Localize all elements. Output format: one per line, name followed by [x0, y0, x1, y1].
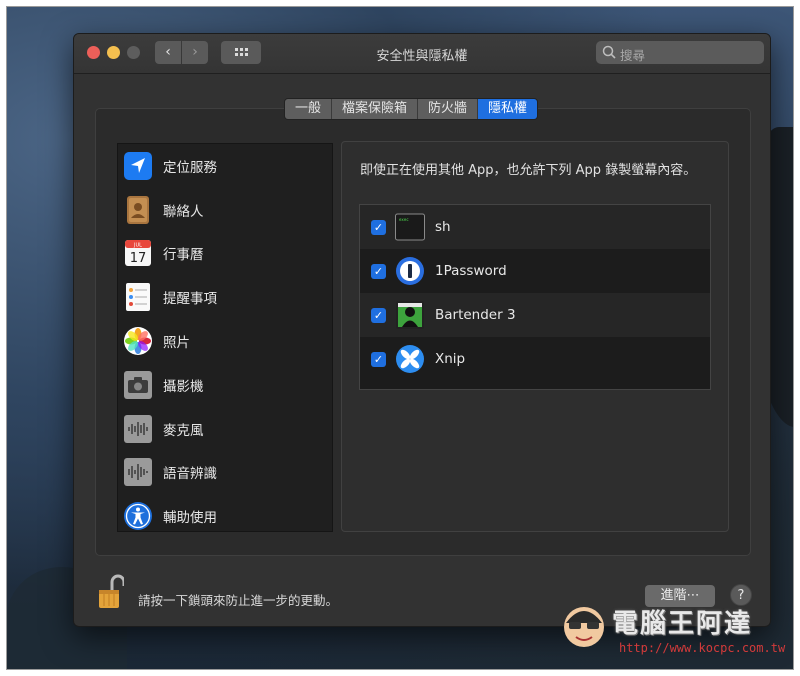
preferences-window: ‹ › 安全性與隱私權 搜尋 一般 檔案保險箱 防火牆 隱私權 定位服務 聯絡人…	[73, 33, 771, 627]
contacts-icon	[127, 195, 149, 224]
1password-icon	[396, 257, 424, 285]
app-row-bartender: ✓ Bartender 3	[360, 293, 710, 337]
watermark-url: http://www.kocpc.com.tw	[619, 641, 786, 655]
sidebar-item-speech-recognition[interactable]: 語音辨識	[118, 451, 332, 495]
sidebar-item-calendar[interactable]: JUL 17 行事曆	[118, 232, 332, 276]
sidebar-item-photos[interactable]: 照片	[118, 319, 332, 363]
privacy-detail-pane: 即使正在使用其他 App，也允許下列 App 錄製螢幕內容。 ✓ exec sh…	[341, 141, 729, 532]
titlebar: ‹ › 安全性與隱私權 搜尋	[74, 34, 770, 74]
watermark-mascot-icon	[564, 607, 604, 647]
sidebar-item-label: 行事曆	[163, 247, 204, 264]
sidebar-item-location[interactable]: 定位服務	[118, 144, 332, 188]
sidebar-item-label: 語音辨識	[163, 466, 217, 483]
calendar-icon-day: 17	[130, 251, 147, 266]
xnip-icon	[396, 345, 424, 373]
bartender-icon	[396, 301, 424, 329]
checkmark-icon: ✓	[373, 352, 384, 366]
watermark-text: 電腦王阿達	[612, 609, 753, 639]
app-checkbox[interactable]: ✓	[371, 351, 386, 367]
app-list: ✓ exec sh ✓ 1Password ✓ Bartender 3 ✓ Xn…	[359, 204, 711, 390]
checkmark-icon: ✓	[373, 220, 384, 234]
sidebar-item-label: 攝影機	[163, 378, 204, 395]
app-row-1password: ✓ 1Password	[360, 249, 710, 293]
camera-icon	[124, 370, 152, 399]
sidebar-item-label: 照片	[163, 335, 190, 352]
sidebar-item-accessibility[interactable]: 輔助使用	[118, 494, 332, 531]
app-name: sh	[435, 219, 451, 235]
checkmark-icon: ✓	[373, 264, 384, 278]
tab-firewall[interactable]: 防火牆	[418, 99, 479, 119]
location-arrow-icon	[124, 151, 152, 180]
privacy-category-list: 定位服務 聯絡人 JUL 17 行事曆 提醒事項 照片 攝影機 麥克風 語音辨識…	[117, 143, 333, 532]
app-name: Bartender 3	[435, 307, 516, 323]
app-row-xnip: ✓ Xnip	[360, 337, 710, 381]
app-name: 1Password	[435, 263, 507, 279]
microphone-icon	[124, 414, 152, 443]
app-checkbox[interactable]: ✓	[371, 219, 386, 235]
tab-bar: 一般 檔案保險箱 防火牆 隱私權	[284, 98, 539, 120]
reminders-icon	[126, 283, 150, 312]
sidebar-item-label: 麥克風	[163, 422, 204, 439]
sidebar-item-label: 提醒事項	[163, 291, 217, 308]
checkmark-icon: ✓	[373, 308, 384, 322]
app-row-sh: ✓ exec sh	[360, 205, 710, 249]
terminal-icon-text: exec	[399, 217, 409, 222]
calendar-icon-month: JUL	[133, 243, 142, 249]
search-field[interactable]: 搜尋	[596, 41, 764, 64]
tab-privacy[interactable]: 隱私權	[478, 99, 538, 119]
sidebar-item-label: 聯絡人	[163, 203, 204, 220]
app-checkbox[interactable]: ✓	[371, 307, 386, 323]
search-placeholder: 搜尋	[620, 48, 646, 63]
photos-icon	[124, 327, 152, 356]
sidebar-item-camera[interactable]: 攝影機	[118, 363, 332, 407]
terminal-icon: exec	[395, 213, 425, 241]
sidebar-item-label: 定位服務	[163, 159, 217, 176]
tab-filevault[interactable]: 檔案保險箱	[332, 99, 419, 119]
permission-description: 即使正在使用其他 App，也允許下列 App 錄製螢幕內容。	[360, 163, 697, 178]
sidebar-item-label: 輔助使用	[163, 510, 217, 527]
sidebar-item-reminders[interactable]: 提醒事項	[118, 275, 332, 319]
screenshot-frame: ‹ › 安全性與隱私權 搜尋 一般 檔案保險箱 防火牆 隱私權 定位服務 聯絡人…	[6, 6, 794, 670]
sidebar-item-microphone[interactable]: 麥克風	[118, 407, 332, 451]
tab-general[interactable]: 一般	[285, 99, 333, 119]
unlocked-padlock-icon[interactable]	[98, 574, 124, 610]
search-icon	[602, 45, 616, 59]
calendar-icon: JUL 17	[125, 240, 151, 267]
lock-instruction: 請按一下鎖頭來防止進一步的更動。	[138, 593, 339, 608]
accessibility-icon	[124, 502, 152, 531]
app-checkbox[interactable]: ✓	[371, 263, 386, 279]
app-name: Xnip	[435, 351, 466, 367]
speech-recognition-icon	[124, 458, 152, 487]
sidebar-item-contacts[interactable]: 聯絡人	[118, 188, 332, 232]
